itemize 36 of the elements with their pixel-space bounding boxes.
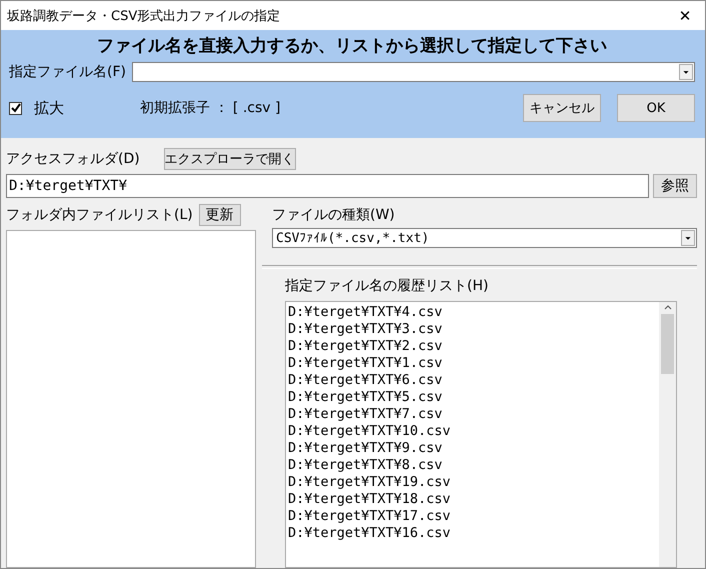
history-item[interactable]: D:¥terget¥TXT¥17.csv [288,508,657,525]
scrollbar[interactable] [659,302,676,567]
history-item[interactable]: D:¥terget¥TXT¥9.csv [288,440,657,457]
history-item[interactable]: D:¥terget¥TXT¥4.csv [288,304,657,321]
history-item[interactable]: D:¥terget¥TXT¥16.csv [288,525,657,542]
browse-button[interactable]: 参照 [653,174,697,198]
instruction-text: ファイル名を直接入力するか、リストから選択して指定して下さい [96,35,608,58]
file-type-label: ファイルの種類(W) [272,206,396,225]
cancel-button[interactable]: キャンセル [523,94,601,122]
history-list[interactable] [285,301,677,568]
zoom-checkbox[interactable] [9,102,22,114]
history-item[interactable]: D:¥terget¥TXT¥5.csv [288,389,657,406]
refresh-button[interactable]: 更新 [198,204,241,226]
scroll-thumb[interactable] [661,314,674,374]
file-list-label: フォルダ内ファイルリスト(L) [6,206,193,224]
history-item[interactable]: D:¥terget¥TXT¥1.csv [288,355,657,372]
history-item[interactable]: D:¥terget¥TXT¥7.csv [288,406,657,423]
file-type-combobox[interactable]: CSVﾌｧｲﾙ(*.csv,*.txt) [272,228,697,248]
folder-path-field[interactable]: D:¥terget¥TXT¥ [6,174,649,198]
history-item[interactable]: D:¥terget¥TXT¥19.csv [288,474,657,491]
history-label: 指定ファイル名の履歴リスト(H) [285,277,490,295]
history-item[interactable]: D:¥terget¥TXT¥3.csv [288,321,657,338]
history-item[interactable]: D:¥terget¥TXT¥10.csv [288,423,657,440]
history-item[interactable]: D:¥terget¥TXT¥18.csv [288,491,657,508]
open-explorer-button[interactable]: エクスプローラで開く [164,148,296,170]
history-item[interactable]: D:¥terget¥TXT¥6.csv [288,372,657,389]
ok-button[interactable]: OK [617,94,695,122]
extension-text: 初期拡張子 ： [ .csv ] [140,99,280,117]
file-name-label: 指定ファイル名(F) [9,63,126,81]
history-item[interactable]: D:¥terget¥TXT¥8.csv [288,457,657,474]
close-button[interactable]: ✕ [665,6,705,24]
file-name-combobox[interactable] [132,62,695,82]
history-item[interactable]: D:¥terget¥TXT¥2.csv [288,338,657,355]
window-title: 坂路調教データ・CSV形式出力ファイルの指定 [7,8,280,24]
folder-label: アクセスフォルダ(D) [6,150,140,168]
zoom-label: 拡大 [34,98,65,118]
